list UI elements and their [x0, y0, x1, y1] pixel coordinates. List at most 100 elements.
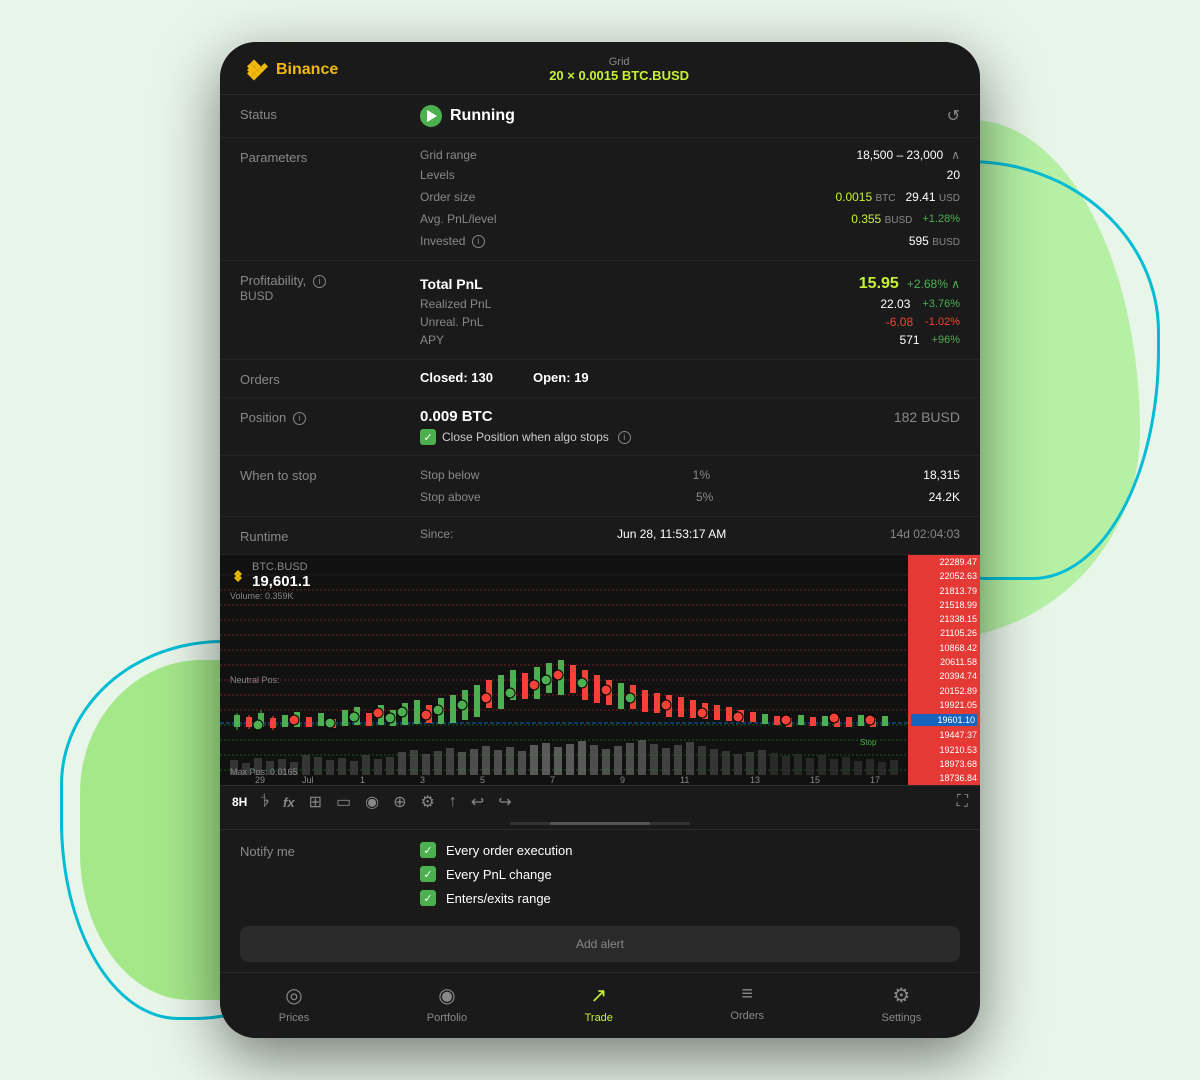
unreal-pct: -1.02% — [925, 316, 960, 328]
portfolio-label: Portfolio — [427, 1012, 467, 1024]
svg-text:5: 5 — [480, 775, 485, 785]
eye-icon[interactable]: ◉ — [365, 792, 379, 812]
chart-symbol-info: BTC.BUSD 19,601.1 — [252, 561, 310, 590]
settings-icon: ⚙ — [892, 983, 910, 1008]
open-orders: Open: 19 — [533, 370, 589, 385]
bottom-nav: ◎ Prices ◉ Portfolio ↗ Trade ≡ Orders ⚙ … — [220, 972, 980, 1038]
apy-label: APY — [420, 333, 444, 347]
fullscreen-icon[interactable]: ⛶ — [957, 793, 968, 811]
redo-icon[interactable]: ↪ — [498, 792, 511, 812]
grid-range-row[interactable]: Grid range 18,500 – 23,000 ∧ — [420, 148, 960, 162]
nav-orders[interactable]: ≡ Orders — [730, 983, 764, 1024]
notify-pnl-checkbox[interactable]: ✓ — [420, 866, 436, 882]
settings-gear-icon[interactable]: ⚙ — [420, 792, 434, 812]
orders-section: Orders Closed: 130 Open: 19 — [220, 360, 980, 398]
total-pnl-value: 15.95 — [859, 275, 899, 293]
status-section: Status Running ↺ — [220, 95, 980, 138]
avg-pnl-value: 0.355 BUSD — [851, 212, 912, 226]
runtime-label: Runtime — [240, 527, 420, 544]
profitability-content: Total PnL 15.95 +2.68% ∧ Realized PnL 22… — [420, 271, 960, 349]
app-title: Binance — [276, 61, 338, 79]
stop-above-value: 24.2K — [929, 490, 960, 504]
fx-icon[interactable]: fx — [283, 795, 295, 810]
binance-logo-icon — [240, 56, 268, 84]
price-tick: 22289.47 — [911, 557, 977, 567]
notify-order-checkbox[interactable]: ✓ — [420, 842, 436, 858]
chart-toolbar: 8H 𝄳 fx ⊞ ▭ ◉ ⊕ ⚙ ↑ ↩ ↪ ⛶ — [220, 785, 980, 818]
app-header: Binance Grid 20 × 0.0015 BTC.BUSD — [220, 42, 980, 95]
svg-text:7: 7 — [550, 775, 555, 785]
camera-icon[interactable]: ▭ — [336, 792, 351, 812]
svg-text:3: 3 — [420, 775, 425, 785]
since-date: Jun 28, 11:53:17 AM — [617, 527, 726, 541]
total-pnl-pct: +2.68% ∧ — [907, 277, 960, 291]
unreal-pnl-row: Unreal. PnL -6.08 -1.02% — [420, 313, 960, 331]
crosshair-icon[interactable]: ⊞ — [309, 792, 322, 812]
nav-prices[interactable]: ◎ Prices — [279, 983, 310, 1024]
close-position-info-icon[interactable]: i — [618, 431, 631, 444]
svg-text:17: 17 — [870, 775, 880, 785]
closed-orders: Closed: 130 — [420, 370, 493, 385]
trade-icon: ↗ — [590, 983, 607, 1008]
price-tick: 21105.26 — [911, 628, 977, 638]
notify-range-checkbox[interactable]: ✓ — [420, 890, 436, 906]
grid-value: 20 × 0.0015 BTC.BUSD — [549, 68, 689, 83]
invested-info-icon[interactable]: i — [472, 235, 485, 248]
profitability-info-icon[interactable]: i — [313, 275, 326, 288]
total-pnl-label: Total PnL — [420, 276, 483, 292]
svg-text:Neutral Pos:: Neutral Pos: — [230, 675, 280, 685]
when-to-stop-section: When to stop Stop below 1% 18,315 Stop a… — [220, 456, 980, 517]
play-triangle — [427, 110, 437, 122]
grid-range-label: Grid range — [420, 148, 477, 162]
scrollbar-thumb[interactable] — [550, 822, 650, 825]
unreal-label: Unreal. PnL — [420, 315, 483, 329]
main-content: Status Running ↺ Parameters Grid range — [220, 95, 980, 972]
nav-settings[interactable]: ⚙ Settings — [881, 983, 921, 1024]
close-position-checkbox[interactable]: ✓ — [420, 429, 436, 445]
avg-pnl-row: Avg. PnL/level 0.355 BUSD +1.28% — [420, 210, 960, 228]
price-tick: 18973.68 — [911, 759, 977, 769]
status-running-row: Running ↺ — [420, 105, 960, 127]
svg-text:15: 15 — [810, 775, 820, 785]
nav-portfolio[interactable]: ◉ Portfolio — [427, 983, 467, 1024]
undo-icon[interactable]: ↩ — [471, 792, 484, 812]
orders-label: Orders — [240, 370, 420, 387]
chart-area[interactable]: BTC.BUSD 19,601.1 ⤢ — [220, 555, 980, 785]
notify-item-order: ✓ Every order execution — [420, 842, 572, 858]
stop-below-label: Stop below — [420, 468, 479, 482]
timeframe-selector[interactable]: 8H — [232, 795, 247, 809]
svg-text:Volume: 0.359K: Volume: 0.359K — [230, 591, 294, 601]
since-label: Since: — [420, 527, 453, 541]
svg-text:13: 13 — [750, 775, 760, 785]
price-tick: 18736.84 — [911, 773, 977, 783]
layers-icon[interactable]: ⊕ — [393, 792, 406, 812]
invested-label: Invested i — [420, 234, 485, 248]
grid-range-value: 18,500 – 23,000 — [856, 148, 943, 162]
svg-text:1: 1 — [360, 775, 365, 785]
profitability-section: Profitability, i BUSD Total PnL 15.95 +2… — [220, 261, 980, 360]
settings-label: Settings — [881, 1012, 921, 1024]
runtime-section: Runtime Since: Jun 28, 11:53:17 AM 14d 0… — [220, 517, 980, 555]
refresh-icon[interactable]: ↺ — [947, 106, 960, 126]
parameters-label: Parameters — [240, 148, 420, 165]
invested-value: 595 BUSD — [909, 234, 960, 248]
position-content: 0.009 BTC 182 BUSD ✓ Close Position when… — [420, 408, 960, 445]
apy-value: 571 — [900, 333, 920, 347]
realized-pnl-row: Realized PnL 22.03 +3.76% — [420, 295, 960, 313]
share-icon[interactable]: ↑ — [449, 793, 457, 811]
parameters-content: Grid range 18,500 – 23,000 ∧ Levels 20 O… — [420, 148, 960, 250]
runtime-content: Since: Jun 28, 11:53:17 AM 14d 02:04:03 — [420, 527, 960, 541]
when-to-stop-label: When to stop — [240, 466, 420, 483]
current-price-tick: 19601.10 — [911, 714, 977, 726]
levels-row: Levels 20 — [420, 166, 960, 184]
position-label: Position i — [240, 408, 420, 425]
status-label: Status — [240, 105, 420, 122]
order-size-label: Order size — [420, 190, 475, 204]
portfolio-icon: ◉ — [438, 983, 455, 1008]
alert-button-placeholder[interactable]: Add alert — [240, 926, 960, 962]
position-info-icon[interactable]: i — [293, 412, 306, 425]
runtime-duration: 14d 02:04:03 — [890, 527, 960, 541]
position-row: 0.009 BTC 182 BUSD — [420, 408, 960, 425]
nav-trade[interactable]: ↗ Trade — [585, 983, 613, 1024]
bars-icon[interactable]: 𝄳 — [261, 793, 269, 811]
